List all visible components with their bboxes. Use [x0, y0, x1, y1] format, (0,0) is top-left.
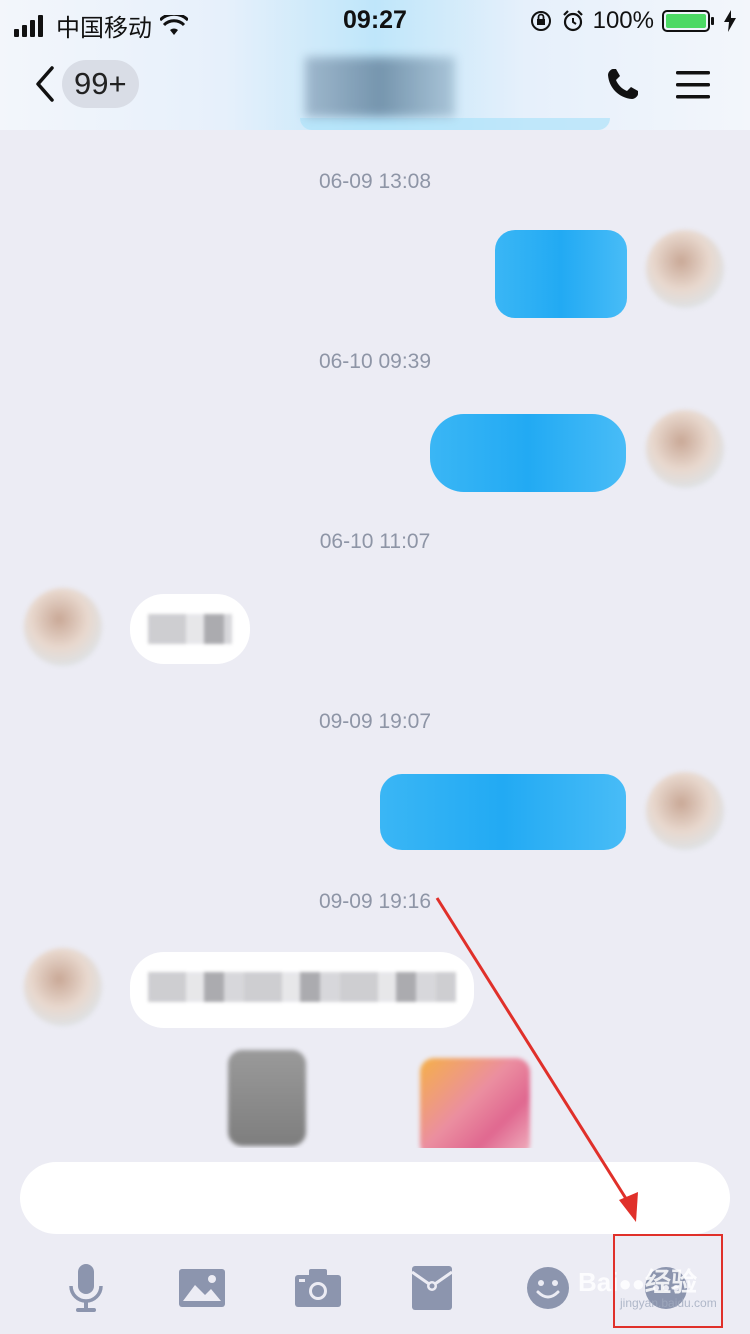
my-avatar[interactable] [646, 230, 724, 308]
annotation-arrow [435, 897, 638, 1222]
outgoing-message-bubble[interactable] [495, 230, 627, 318]
incoming-message-bubble[interactable] [130, 952, 474, 1028]
my-avatar[interactable] [646, 410, 724, 488]
chat-title [305, 57, 455, 117]
alarm-icon [562, 10, 583, 32]
message-timestamp: 06-10 09:39 [318, 350, 432, 373]
orientation-lock-icon [530, 11, 551, 31]
sticker-image[interactable] [228, 1050, 306, 1146]
unread-count-badge[interactable]: 99+ [62, 60, 139, 108]
message-timestamp: 06-09 13:08 [318, 170, 432, 193]
annotation-highlight-box [613, 1234, 723, 1328]
status-bar: 中国移动 09:27 100% [0, 0, 750, 42]
message-timestamp: 09-09 19:07 [318, 710, 432, 733]
status-right: 100% [529, 7, 736, 35]
title-underline [300, 118, 610, 130]
contact-avatar[interactable] [24, 588, 102, 666]
camera-icon[interactable] [288, 1258, 348, 1318]
message-text-blurred [148, 614, 232, 644]
red-packet-icon[interactable] [402, 1258, 462, 1318]
outgoing-message-bubble[interactable] [380, 774, 626, 850]
image-icon[interactable] [172, 1258, 232, 1318]
sticker-image[interactable] [420, 1058, 530, 1158]
message-input[interactable] [20, 1162, 730, 1234]
contact-avatar[interactable] [24, 948, 102, 1026]
emoji-icon[interactable] [518, 1258, 578, 1318]
battery-percent: 100% [592, 7, 654, 34]
message-timestamp: 09-09 19:16 [318, 890, 432, 913]
menu-icon[interactable] [676, 68, 710, 102]
incoming-message-bubble[interactable] [130, 594, 250, 664]
back-button[interactable] [30, 62, 60, 106]
message-text-blurred [148, 972, 456, 1002]
charging-icon [724, 10, 736, 32]
outgoing-message-bubble[interactable] [430, 414, 626, 492]
phone-call-icon[interactable] [605, 66, 641, 102]
message-timestamp: 06-10 11:07 [319, 530, 431, 553]
battery-icon [662, 10, 714, 32]
my-avatar[interactable] [646, 772, 724, 850]
microphone-icon[interactable] [56, 1258, 116, 1318]
